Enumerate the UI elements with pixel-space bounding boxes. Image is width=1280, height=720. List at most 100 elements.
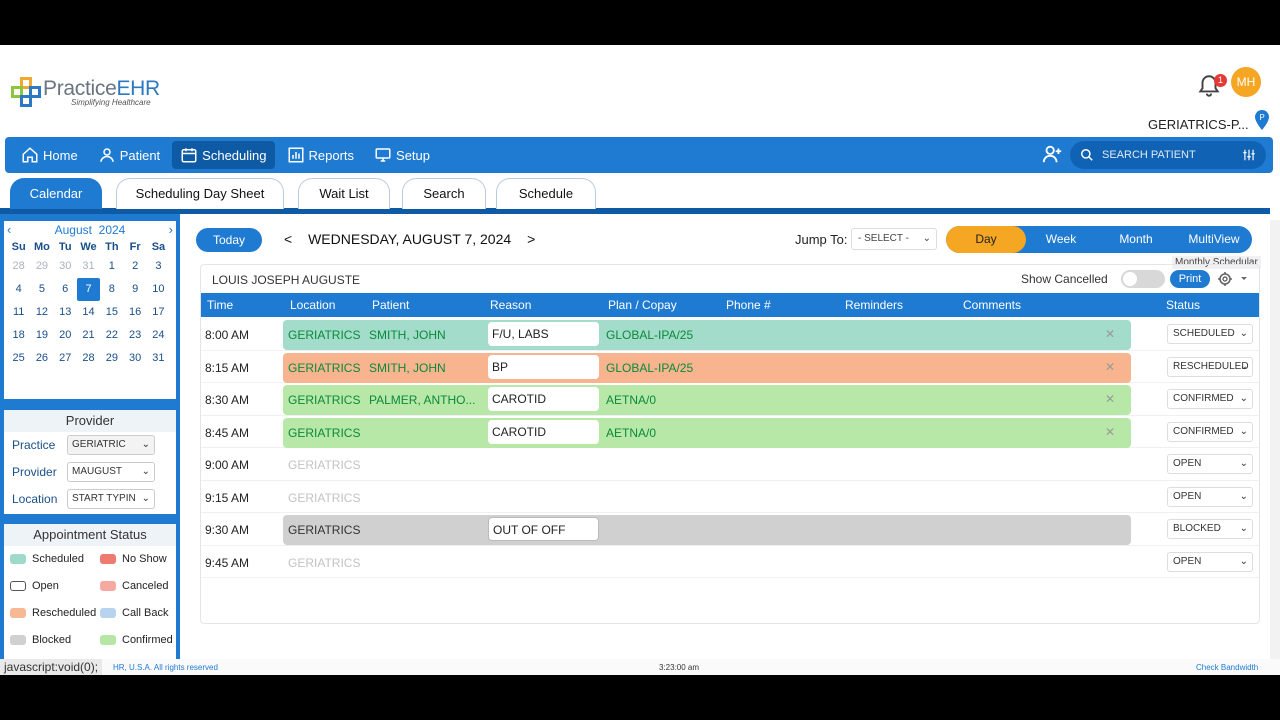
calendar-day[interactable]: 17 bbox=[147, 301, 170, 324]
cancel-appointment-icon[interactable]: ✕ bbox=[1105, 327, 1115, 341]
status-select[interactable]: RESCHEDULED ⌄ bbox=[1167, 356, 1253, 377]
calendar-year[interactable]: 2024 bbox=[99, 223, 126, 237]
status-select[interactable]: OPEN ⌄ bbox=[1167, 454, 1253, 474]
calendar-day[interactable]: 31 bbox=[147, 347, 170, 370]
practice-select-value: GERIATRIC bbox=[72, 439, 126, 450]
practiceehr-logo[interactable]: PracticeEHR Simplifying Healthcare bbox=[11, 75, 160, 109]
nav-setup[interactable]: Setup bbox=[366, 141, 438, 169]
tab-schedule[interactable]: Schedule bbox=[496, 178, 596, 209]
tab-scheduling-day-sheet[interactable]: Scheduling Day Sheet bbox=[116, 178, 284, 209]
calendar-day[interactable]: 26 bbox=[30, 347, 53, 370]
calendar-day[interactable]: 8 bbox=[100, 278, 123, 301]
appointment-row[interactable]: 8:00 AM GERIATRICS SMITH, JOHN F/U, LABS GLO… bbox=[201, 318, 1259, 351]
appointment-band[interactable] bbox=[283, 515, 1131, 545]
nav-scheduling[interactable]: Scheduling bbox=[172, 141, 275, 169]
practice-name[interactable]: GERIATRICS-P... bbox=[1148, 117, 1249, 132]
calendar-day[interactable]: 10 bbox=[147, 278, 170, 301]
jump-to-select[interactable]: - SELECT - ⌄ bbox=[851, 228, 937, 250]
tab-calendar[interactable]: Calendar bbox=[10, 178, 102, 209]
calendar-day[interactable]: 6 bbox=[54, 278, 77, 301]
appointment-row[interactable]: 9:15 AM GERIATRICS OPEN ⌄ bbox=[201, 481, 1259, 513]
legend-label: Rescheduled bbox=[32, 607, 97, 619]
appointment-reason: OUT OF OFF bbox=[488, 517, 599, 541]
search-patient-input[interactable] bbox=[1102, 149, 1242, 161]
vertical-scrollbar[interactable] bbox=[1270, 220, 1280, 660]
check-bandwidth-link[interactable]: Check Bandwidth bbox=[1196, 663, 1258, 672]
calendar-day[interactable]: 11 bbox=[7, 301, 30, 324]
calendar-next-icon[interactable]: › bbox=[169, 221, 173, 239]
location-select[interactable]: START TYPIN ⌄ bbox=[67, 489, 155, 509]
calendar-prev-icon[interactable]: ‹ bbox=[7, 221, 11, 239]
nav-patient[interactable]: Patient bbox=[90, 141, 168, 169]
calendar-month[interactable]: August bbox=[55, 223, 92, 237]
show-cancelled-toggle[interactable] bbox=[1121, 270, 1165, 288]
calendar-day[interactable]: 1 bbox=[100, 255, 123, 278]
legend-swatch bbox=[100, 554, 116, 564]
calendar-day[interactable]: 15 bbox=[100, 301, 123, 324]
cancel-appointment-icon[interactable]: ✕ bbox=[1105, 425, 1115, 439]
status-select[interactable]: OPEN ⌄ bbox=[1167, 486, 1253, 507]
calendar-day[interactable]: 18 bbox=[7, 324, 30, 347]
calendar-day[interactable]: 3 bbox=[147, 255, 170, 278]
gear-icon[interactable] bbox=[1217, 271, 1247, 287]
calendar-day[interactable]: 24 bbox=[147, 324, 170, 347]
view-week[interactable]: Week bbox=[1026, 226, 1096, 253]
cancel-appointment-icon[interactable]: ✕ bbox=[1105, 360, 1115, 374]
nav-home[interactable]: Home bbox=[13, 141, 86, 169]
calendar-day[interactable]: 27 bbox=[54, 347, 77, 370]
print-button[interactable]: Print bbox=[1170, 270, 1210, 288]
calendar-day[interactable]: 16 bbox=[123, 301, 146, 324]
calendar-day[interactable]: 22 bbox=[100, 324, 123, 347]
provider-select[interactable]: MAUGUST ⌄ bbox=[67, 462, 155, 482]
calendar-day[interactable]: 5 bbox=[30, 278, 53, 301]
prev-day-button[interactable]: < bbox=[284, 231, 292, 247]
status-select[interactable]: SCHEDULED ⌄ bbox=[1167, 324, 1253, 344]
filter-sliders-icon[interactable] bbox=[1242, 148, 1256, 162]
add-user-icon[interactable] bbox=[1041, 143, 1063, 165]
calendar-day[interactable]: 31 bbox=[77, 255, 100, 278]
status-select[interactable]: BLOCKED ⌄ bbox=[1167, 519, 1253, 539]
calendar-day[interactable]: 12 bbox=[30, 301, 53, 324]
avatar[interactable]: MH bbox=[1231, 67, 1261, 97]
practice-select[interactable]: GERIATRIC ⌄ bbox=[67, 435, 155, 455]
calendar-day[interactable]: 30 bbox=[123, 347, 146, 370]
appointment-row[interactable]: 9:30 AM GERIATRICS OUT OF OFF BLOCKED ⌄ bbox=[201, 513, 1259, 546]
cancel-appointment-icon[interactable]: ✕ bbox=[1105, 392, 1115, 406]
jump-to-value: - SELECT - bbox=[858, 233, 909, 244]
calendar-day[interactable]: 4 bbox=[7, 278, 30, 301]
appointment-row[interactable]: 9:45 AM GERIATRICS OPEN ⌄ bbox=[201, 546, 1259, 578]
calendar-day[interactable]: 21 bbox=[77, 324, 100, 347]
tab-search[interactable]: Search bbox=[402, 178, 486, 209]
calendar-day[interactable]: 23 bbox=[123, 324, 146, 347]
calendar-day[interactable]: 2 bbox=[123, 255, 146, 278]
calendar-day[interactable]: 20 bbox=[54, 324, 77, 347]
appointment-band[interactable] bbox=[283, 417, 1131, 448]
calendar-day[interactable]: 28 bbox=[77, 347, 100, 370]
calendar-day[interactable]: 9 bbox=[123, 278, 146, 301]
view-month[interactable]: Month bbox=[1096, 226, 1176, 253]
location-pin-icon[interactable]: P bbox=[1254, 109, 1270, 131]
calendar-day[interactable]: 7 bbox=[76, 278, 101, 301]
appointment-row[interactable]: 9:00 AM GERIATRICS OPEN ⌄ bbox=[201, 448, 1259, 481]
calendar-day[interactable]: 13 bbox=[54, 301, 77, 324]
calendar-day[interactable]: 28 bbox=[7, 255, 30, 278]
appointment-row[interactable]: 8:15 AM GERIATRICS SMITH, JOHN BP GLOBAL-IPA… bbox=[201, 351, 1259, 383]
appointment-row[interactable]: 8:30 AM GERIATRICS PALMER, ANTHO... CAROTID… bbox=[201, 383, 1259, 416]
nav-reports[interactable]: Reports bbox=[279, 141, 363, 169]
calendar-day[interactable]: 29 bbox=[100, 347, 123, 370]
calendar-day[interactable]: 29 bbox=[30, 255, 53, 278]
view-multiview[interactable]: MultiView bbox=[1176, 226, 1252, 253]
today-button[interactable]: Today bbox=[196, 228, 262, 252]
view-day[interactable]: Day bbox=[946, 226, 1026, 253]
tab-wait-list[interactable]: Wait List bbox=[298, 178, 390, 209]
status-select[interactable]: CONFIRMED ⌄ bbox=[1167, 389, 1253, 409]
status-select[interactable]: CONFIRMED ⌄ bbox=[1167, 421, 1253, 442]
calendar-day[interactable]: 25 bbox=[7, 347, 30, 370]
appointment-time: 8:00 AM bbox=[205, 328, 250, 342]
calendar-day[interactable]: 30 bbox=[54, 255, 77, 278]
calendar-day[interactable]: 19 bbox=[30, 324, 53, 347]
status-select[interactable]: OPEN ⌄ bbox=[1167, 551, 1253, 572]
appointment-row[interactable]: 8:45 AM GERIATRICS CAROTID AETNA/0 ✕ CONFIRME… bbox=[201, 416, 1259, 448]
calendar-day[interactable]: 14 bbox=[77, 301, 100, 324]
next-day-button[interactable]: > bbox=[527, 231, 535, 247]
